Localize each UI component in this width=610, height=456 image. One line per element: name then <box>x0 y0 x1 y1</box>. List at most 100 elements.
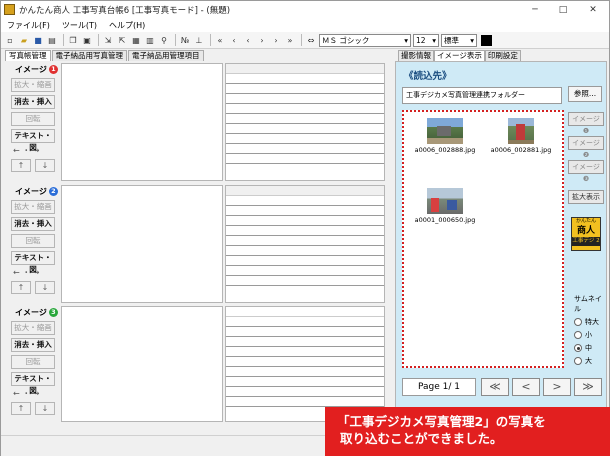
memo-line[interactable] <box>226 236 384 246</box>
tab-print-settings[interactable]: 印刷設定 <box>484 50 521 61</box>
memo-line[interactable] <box>226 387 384 397</box>
text-figure-button[interactable]: テキスト・図 <box>11 129 55 152</box>
swap-icon[interactable]: ⇔ <box>305 34 317 46</box>
memo-line[interactable] <box>226 317 384 327</box>
last-page-button[interactable]: ≫ <box>574 378 602 396</box>
radio-selected-icon[interactable] <box>574 344 582 352</box>
thumb-size-option[interactable]: 中 <box>574 343 606 353</box>
print-icon[interactable]: ▤ <box>46 34 58 46</box>
font-style-select[interactable]: 標準 ▾ <box>441 33 477 47</box>
memo-line[interactable] <box>226 104 384 114</box>
memo-line[interactable] <box>226 206 384 216</box>
text-figure-button[interactable]: テキスト・図 <box>11 372 55 395</box>
menu-help[interactable]: ヘルプ(H) <box>109 20 145 31</box>
memo-line[interactable] <box>226 216 384 226</box>
photo-area-1[interactable] <box>61 63 223 181</box>
memo-line[interactable] <box>226 134 384 144</box>
zoom-button[interactable]: 拡大・縮画 <box>11 200 55 214</box>
next-page-button[interactable]: > <box>543 378 571 396</box>
thumb-size-option[interactable]: 特大 <box>574 317 606 327</box>
send-to-image-3-button[interactable]: イメージ❸ <box>568 160 604 183</box>
thumbnail-item[interactable]: a0001_000650.jpg <box>410 188 480 224</box>
thumbnail-list[interactable]: a0006_002888.jpg a0006_002881.jpg a0001_… <box>402 110 564 368</box>
font-name-select[interactable]: ＭＳ ゴシック ▾ <box>319 33 411 47</box>
open-folder-icon[interactable]: ▰ <box>18 34 30 46</box>
radio-icon[interactable] <box>574 331 582 339</box>
paste-icon[interactable]: ▣ <box>81 34 93 46</box>
rotate-button[interactable]: 回転 <box>11 112 55 126</box>
thumbnail-item[interactable]: a0006_002881.jpg <box>486 118 556 154</box>
thumbnail-item[interactable]: a0006_002888.jpg <box>410 118 480 154</box>
delete-insert-button[interactable]: 消去・挿入 <box>11 217 55 231</box>
new-file-icon[interactable]: ▫ <box>4 34 16 46</box>
folder-path-field[interactable]: 工事デジカメ写真管理連携フォルダー <box>402 87 562 104</box>
preview-icon[interactable]: ▦ <box>130 34 142 46</box>
radio-icon[interactable] <box>574 318 582 326</box>
memo-line[interactable] <box>226 84 384 94</box>
print-preview-icon[interactable]: ▥ <box>144 34 156 46</box>
memo-line[interactable] <box>226 186 384 196</box>
delete-insert-button[interactable]: 消去・挿入 <box>11 338 55 352</box>
zoom-button[interactable]: 拡大・縮画 <box>11 321 55 335</box>
move-down-button[interactable]: ↓ <box>35 281 55 294</box>
move-up-button[interactable]: ↑ <box>11 402 31 415</box>
memo-line[interactable] <box>226 347 384 357</box>
memo-line[interactable] <box>226 226 384 236</box>
photo-area-2[interactable] <box>61 185 223 303</box>
text-color-swatch[interactable] <box>481 34 492 46</box>
memo-area-3[interactable] <box>225 306 385 422</box>
thumb-size-option[interactable]: 小 <box>574 330 606 340</box>
tab-electronic-items[interactable]: 電子納品用管理項目 <box>128 50 204 61</box>
tab-image-display[interactable]: イメージ表示 <box>434 50 485 61</box>
first-page-button[interactable]: ≪ <box>481 378 509 396</box>
prev-page-fast-icon[interactable]: ‹ <box>228 34 240 46</box>
first-page-icon[interactable]: « <box>214 34 226 46</box>
memo-line[interactable] <box>226 64 384 74</box>
memo-line[interactable] <box>226 266 384 276</box>
prev-page-button[interactable]: < <box>512 378 540 396</box>
photo-area-3[interactable] <box>61 306 223 422</box>
zoom-icon[interactable]: ⚲ <box>158 34 170 46</box>
memo-line[interactable] <box>226 327 384 337</box>
memo-line[interactable] <box>226 367 384 377</box>
last-page-icon[interactable]: » <box>284 34 296 46</box>
memo-line[interactable] <box>226 196 384 206</box>
font-size-select[interactable]: 12 ▾ <box>413 33 439 47</box>
memo-line[interactable] <box>226 124 384 134</box>
zoom-button[interactable]: 拡大・縮画 <box>11 78 55 92</box>
memo-area-1[interactable] <box>225 63 385 181</box>
memo-line[interactable] <box>226 114 384 124</box>
send-to-image-1-button[interactable]: イメージ❶ <box>568 112 604 135</box>
memo-line[interactable] <box>226 377 384 387</box>
next-page-icon[interactable]: › <box>256 34 268 46</box>
memo-line[interactable] <box>226 144 384 154</box>
memo-line[interactable] <box>226 307 384 317</box>
delete-insert-button[interactable]: 消去・挿入 <box>11 95 55 109</box>
memo-line[interactable] <box>226 246 384 256</box>
tab-shooting-info[interactable]: 撮影情報 <box>398 50 434 61</box>
save-icon[interactable]: ■ <box>32 34 44 46</box>
move-down-button[interactable]: ↓ <box>35 402 55 415</box>
memo-line[interactable] <box>226 94 384 104</box>
move-up-button[interactable]: ↑ <box>11 281 31 294</box>
menu-file[interactable]: ファイル(F) <box>7 20 50 31</box>
minimize-button[interactable]: ─ <box>521 1 549 18</box>
rotate-button[interactable]: 回転 <box>11 234 55 248</box>
menu-tools[interactable]: ツール(T) <box>62 20 97 31</box>
close-button[interactable]: ✕ <box>577 1 609 18</box>
radio-icon[interactable] <box>574 357 582 365</box>
move-down-button[interactable]: ↓ <box>35 159 55 172</box>
prev-page-icon[interactable]: ‹ <box>242 34 254 46</box>
memo-line[interactable] <box>226 357 384 367</box>
memo-area-2[interactable] <box>225 185 385 303</box>
copy-icon[interactable]: ❐ <box>67 34 79 46</box>
memo-line[interactable] <box>226 74 384 84</box>
tab-photo-book[interactable]: 写真帳管理 <box>5 50 51 61</box>
import-icon[interactable]: ⇲ <box>102 34 114 46</box>
rotate-button[interactable]: 回転 <box>11 355 55 369</box>
move-up-button[interactable]: ↑ <box>11 159 31 172</box>
memo-line[interactable] <box>226 337 384 347</box>
send-to-image-2-button[interactable]: イメージ❷ <box>568 136 604 159</box>
memo-line[interactable] <box>226 397 384 407</box>
browse-button[interactable]: 参照... <box>568 86 602 102</box>
